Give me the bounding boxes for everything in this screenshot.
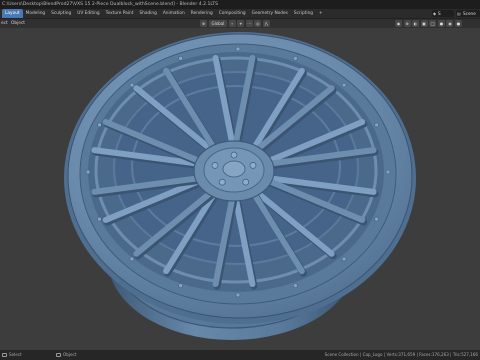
workspace-tabs: Layout Modeling Sculpting UV Editing Tex…: [2, 9, 326, 18]
visibility-icon[interactable]: ◉: [395, 20, 402, 27]
xray-icon[interactable]: ▣: [420, 20, 428, 27]
tab-modeling[interactable]: Modeling: [23, 9, 49, 18]
rim-bolt: [178, 56, 183, 61]
lug-nut: [230, 151, 238, 159]
tab-rendering[interactable]: Rendering: [188, 9, 216, 18]
rim-bolt: [385, 169, 391, 175]
proportional-edit-icon[interactable]: ◎: [254, 20, 262, 27]
view-layer-selector-value: Scene: [463, 11, 476, 16]
scene-statistics: Scene Collection | Cap_Logo | Verts:371,…: [324, 352, 478, 357]
scene-selector[interactable]: ◆ S: [432, 10, 454, 17]
rim-bolt: [129, 256, 135, 262]
pivot-point-icon[interactable]: ∘: [228, 20, 236, 27]
rim-bolt: [341, 82, 347, 88]
rendered-shading-icon[interactable]: ●: [454, 20, 462, 27]
snap-options-icon[interactable]: ⋯: [245, 20, 253, 27]
tab-layout[interactable]: Layout: [2, 9, 23, 18]
3d-viewport[interactable]: [0, 28, 480, 350]
tab-shading[interactable]: Shading: [136, 9, 159, 18]
rim-bolt: [293, 283, 298, 288]
rim-bolt: [97, 122, 102, 128]
rim-bolt: [235, 46, 241, 52]
rim-bolt: [293, 56, 298, 61]
wheel-hub: [193, 140, 275, 202]
rim-bolt: [129, 82, 135, 88]
center-cap[interactable]: [222, 160, 246, 178]
mouse-right-icon: [56, 353, 61, 357]
status-select: Select: [2, 350, 22, 360]
snap-icon[interactable]: ⌖: [237, 20, 245, 27]
overlays-icon[interactable]: ◐: [412, 20, 419, 27]
gizmo-icon[interactable]: ⊕: [403, 20, 411, 27]
add-workspace-button[interactable]: +: [316, 9, 326, 18]
tab-animation[interactable]: Animation: [160, 9, 188, 18]
viewport-shading-tools: ◉ ⊕ ◐ ▣ ◯ ● ◉ ●: [395, 20, 463, 27]
tab-uv-editing[interactable]: UV Editing: [74, 9, 102, 18]
rim-bolt: [374, 122, 379, 128]
rim-bolt: [85, 169, 91, 175]
rim-bolt: [341, 256, 347, 262]
wireframe-shading-icon[interactable]: ◯: [429, 20, 437, 27]
transform-tools: ⊕ Global ∘ ⌖ ⋯ ◎ ⋀: [200, 20, 271, 27]
scene-selector-value: S: [438, 11, 441, 16]
rim-bolt: [97, 216, 102, 222]
window-title: C:\Users\Desktop\BlendProd27\VXS 15 2-Pi…: [2, 2, 219, 7]
status-object: Object: [56, 350, 76, 360]
tab-compositing[interactable]: Compositing: [216, 9, 249, 18]
status-bar: Select Object Scene Collection | Cap_Log…: [0, 350, 480, 360]
lug-nut: [249, 162, 257, 169]
proportional-falloff-icon[interactable]: ⋀: [262, 20, 270, 27]
view-layer-icon: ▤: [457, 11, 461, 16]
rim-bolt: [178, 283, 183, 288]
rim-bolt: [235, 292, 241, 298]
tab-texture-paint[interactable]: Texture Paint: [103, 9, 137, 18]
lug-nut: [218, 178, 226, 186]
menu-object[interactable]: Object: [11, 19, 25, 28]
viewport-header: ect Object ⊕ Global ∘ ⌖ ⋯ ◎ ⋀ ◉ ⊕ ◐ ▣ ◯ …: [0, 19, 480, 28]
tab-geometry-nodes[interactable]: Geometry Nodes: [249, 9, 291, 18]
menu-select[interactable]: ect: [1, 19, 8, 28]
view-layer-selector[interactable]: ▤ Scene: [456, 10, 480, 17]
lug-nut: [211, 162, 219, 169]
material-shading-icon[interactable]: ◉: [446, 20, 454, 27]
mouse-left-icon: [2, 353, 7, 357]
tab-sculpting[interactable]: Sculpting: [48, 9, 74, 18]
title-bar: C:\Users\Desktop\BlendProd27\VXS 15 2-Pi…: [0, 0, 480, 9]
transform-orientation-icon[interactable]: ⊕: [200, 20, 207, 27]
top-header: Layout Modeling Sculpting UV Editing Tex…: [0, 9, 480, 19]
wheel-model[interactable]: [0, 28, 480, 350]
tab-scripting[interactable]: Scripting: [291, 9, 316, 18]
scene-icon: ◆: [433, 11, 437, 16]
transform-orientation-dropdown[interactable]: Global: [208, 20, 228, 27]
solid-shading-icon[interactable]: ●: [437, 20, 445, 27]
lug-nut: [242, 178, 250, 186]
rim-bolt: [374, 216, 379, 222]
blender-window: C:\Users\Desktop\BlendProd27\VXS 15 2-Pi…: [0, 0, 480, 360]
